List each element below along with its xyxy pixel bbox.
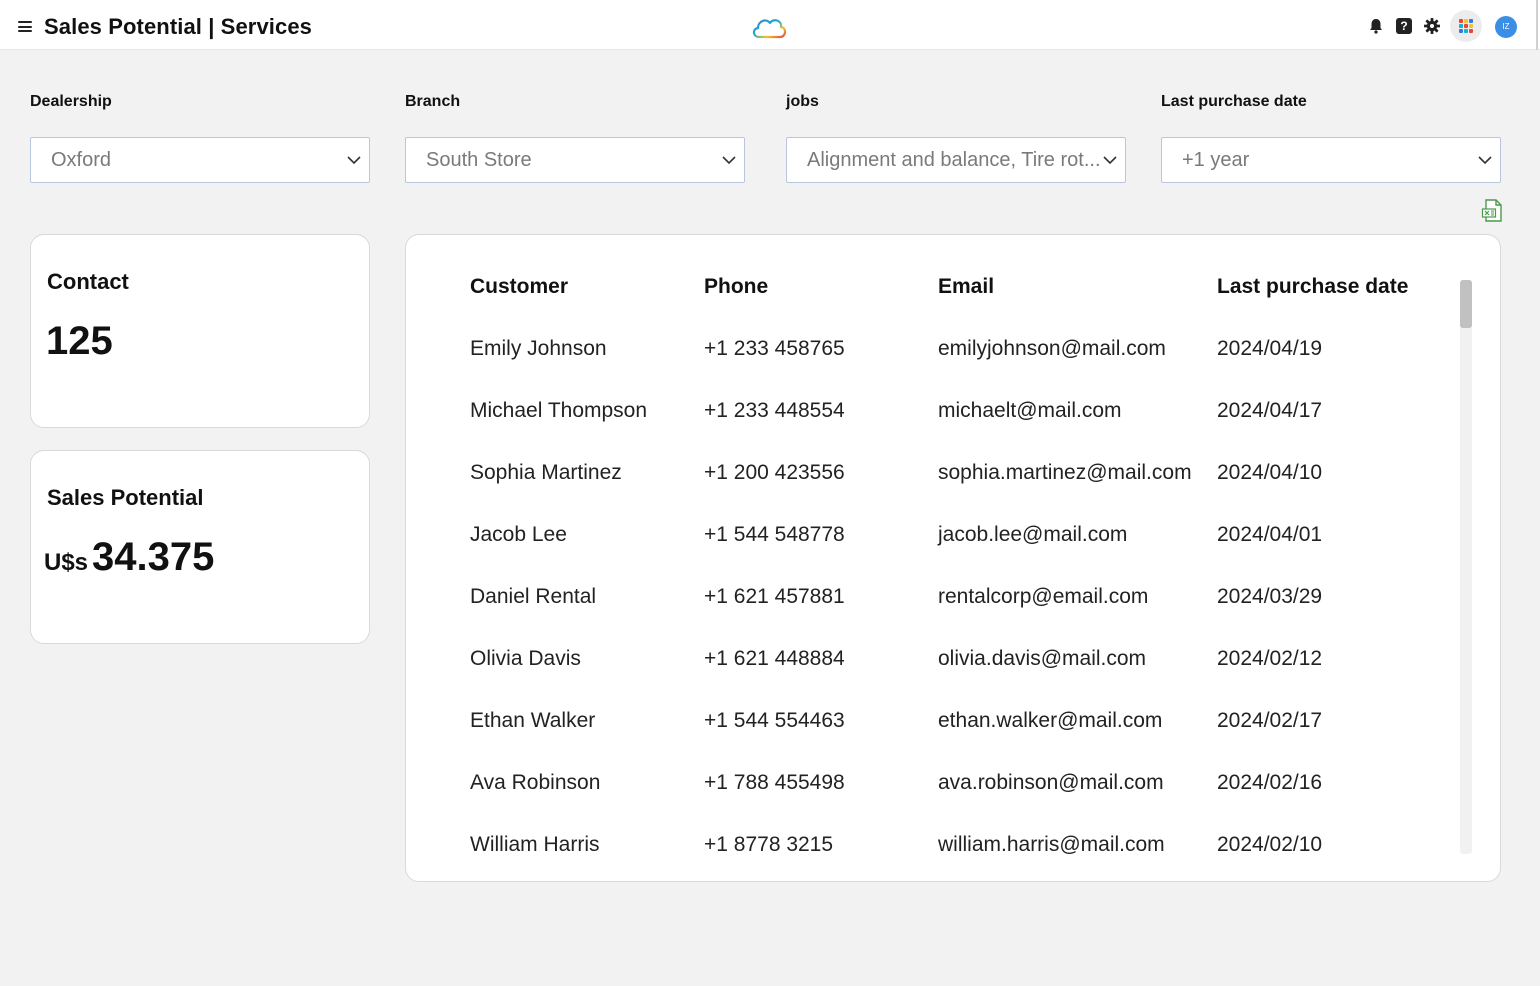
- last-purchase-label: Last purchase date: [1161, 93, 1307, 110]
- dealership-value: Oxford: [51, 149, 112, 171]
- date-cell: 2024/04/19: [1217, 337, 1323, 360]
- column-header-customer[interactable]: Customer: [470, 275, 568, 299]
- currency-label: U$s: [44, 549, 89, 576]
- chevron-down-icon: [1478, 156, 1492, 165]
- table-row[interactable]: Sophia Martinez +1 200 423556 sophia.mar…: [406, 461, 1456, 523]
- sales-potential-value: 34.375: [92, 535, 215, 579]
- chevron-down-icon: [722, 156, 736, 165]
- column-header-email[interactable]: Email: [938, 275, 994, 299]
- phone-cell: +1 544 548778: [704, 523, 845, 546]
- export-spreadsheet-icon[interactable]: [1481, 199, 1503, 223]
- contact-card: Contact 125: [30, 234, 370, 428]
- email-cell: william.harris@mail.com: [938, 833, 1165, 856]
- customer-cell: Michael Thompson: [470, 399, 648, 422]
- date-cell: 2024/02/10: [1217, 833, 1323, 856]
- customer-cell: Sophia Martinez: [470, 461, 622, 484]
- date-cell: 2024/02/17: [1217, 709, 1323, 732]
- apps-icon: [1459, 19, 1473, 33]
- branch-label: Branch: [405, 93, 461, 110]
- table-row[interactable]: Olivia Davis +1 621 448884 olivia.davis@…: [406, 647, 1456, 709]
- customer-cell: Jacob Lee: [470, 523, 567, 546]
- date-cell: 2024/02/12: [1217, 647, 1323, 670]
- table-row[interactable]: William Harris +1 8778 3215 william.harr…: [406, 833, 1456, 881]
- chevron-down-icon: [347, 156, 361, 165]
- jobs-select[interactable]: Alignment and balance, Tire rot...: [786, 137, 1126, 183]
- bell-icon[interactable]: [1367, 17, 1385, 35]
- table-row[interactable]: Ethan Walker +1 544 554463 ethan.walker@…: [406, 709, 1456, 771]
- email-cell: sophia.martinez@mail.com: [938, 461, 1192, 484]
- customer-cell: Ava Robinson: [470, 771, 601, 794]
- table-scrollbar[interactable]: [1460, 280, 1472, 854]
- phone-cell: +1 200 423556: [704, 461, 845, 484]
- table-row[interactable]: Emily Johnson +1 233 458765 emilyjohnson…: [406, 337, 1456, 399]
- customers-table: Customer Phone Email Last purchase date …: [405, 234, 1501, 882]
- sales-potential-value-wrap: U$s 34.375: [44, 535, 214, 580]
- phone-cell: +1 621 448884: [704, 647, 845, 670]
- gear-icon[interactable]: [1423, 17, 1441, 35]
- date-cell: 2024/02/16: [1217, 771, 1323, 794]
- contact-card-title: Contact: [47, 269, 129, 294]
- help-icon[interactable]: ?: [1396, 18, 1412, 34]
- menu-icon[interactable]: [18, 21, 32, 32]
- chevron-down-icon: [1103, 156, 1117, 165]
- customer-cell: William Harris: [470, 833, 600, 856]
- table-row[interactable]: Ava Robinson +1 788 455498 ava.robinson@…: [406, 771, 1456, 833]
- last-purchase-select[interactable]: +1 year: [1161, 137, 1501, 183]
- phone-cell: +1 233 448554: [704, 399, 845, 422]
- sales-potential-title: Sales Potential: [47, 485, 204, 510]
- phone-cell: +1 788 455498: [704, 771, 845, 794]
- jobs-value: Alignment and balance, Tire rot...: [807, 149, 1101, 171]
- table-row[interactable]: Daniel Rental +1 621 457881 rentalcorp@e…: [406, 585, 1456, 647]
- last-purchase-value: +1 year: [1182, 149, 1250, 171]
- email-cell: olivia.davis@mail.com: [938, 647, 1147, 670]
- branch-select[interactable]: South Store: [405, 137, 745, 183]
- phone-cell: +1 544 554463: [704, 709, 845, 732]
- email-cell: michaelt@mail.com: [938, 399, 1122, 422]
- customer-cell: Daniel Rental: [470, 585, 597, 608]
- page-title: Sales Potential | Services: [44, 14, 313, 39]
- contact-card-value: 125: [46, 319, 113, 363]
- date-cell: 2024/03/29: [1217, 585, 1323, 608]
- column-header-phone[interactable]: Phone: [704, 275, 768, 299]
- top-bar: Sales Potential | Services ? IZ: [0, 0, 1540, 50]
- email-cell: emilyjohnson@mail.com: [938, 337, 1166, 360]
- column-header-last-purchase[interactable]: Last purchase date: [1217, 275, 1408, 299]
- phone-cell: +1 233 458765: [704, 337, 845, 360]
- date-cell: 2024/04/01: [1217, 523, 1323, 546]
- sales-potential-card: Sales Potential U$s 34.375: [30, 450, 370, 644]
- phone-cell: +1 621 457881: [704, 585, 845, 608]
- cloud-logo: [752, 19, 787, 39]
- dealership-label: Dealership: [30, 93, 112, 110]
- date-cell: 2024/04/17: [1217, 399, 1323, 422]
- header-edge: [1536, 0, 1538, 50]
- table-row[interactable]: Michael Thompson +1 233 448554 michaelt@…: [406, 399, 1456, 461]
- apps-button[interactable]: [1450, 10, 1482, 42]
- email-cell: jacob.lee@mail.com: [938, 523, 1128, 546]
- scrollbar-thumb[interactable]: [1460, 280, 1472, 328]
- email-cell: ethan.walker@mail.com: [938, 709, 1163, 732]
- table-row[interactable]: Jacob Lee +1 544 548778 jacob.lee@mail.c…: [406, 523, 1456, 585]
- dealership-select[interactable]: Oxford: [30, 137, 370, 183]
- email-cell: rentalcorp@email.com: [938, 585, 1149, 608]
- jobs-label: jobs: [786, 93, 819, 110]
- customer-cell: Olivia Davis: [470, 647, 581, 670]
- phone-cell: +1 8778 3215: [704, 833, 834, 856]
- email-cell: ava.robinson@mail.com: [938, 771, 1164, 794]
- customer-cell: Ethan Walker: [470, 709, 596, 732]
- avatar[interactable]: IZ: [1495, 16, 1517, 38]
- customer-cell: Emily Johnson: [470, 337, 607, 360]
- branch-value: South Store: [426, 149, 532, 171]
- date-cell: 2024/04/10: [1217, 461, 1323, 484]
